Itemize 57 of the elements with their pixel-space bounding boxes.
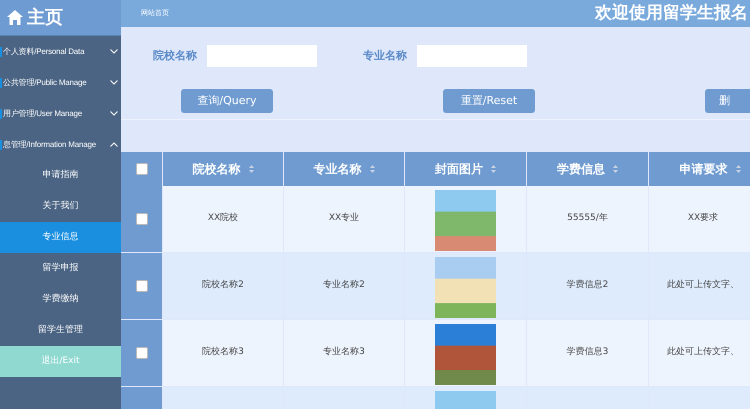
table-cell-text: 院校名称2 [202,279,244,292]
sort-icon[interactable] [248,165,254,173]
page-title: 欢迎使用留学生报名 [595,2,748,25]
menu-group[interactable]: 个人资料/Personal Data [0,36,121,67]
checkbox[interactable] [136,213,148,225]
column-header[interactable]: 学费信息 [527,152,649,186]
column-title: 学费信息 [557,161,605,178]
menu-group[interactable]: 用户管理/User Manage [0,98,121,129]
input-field[interactable] [207,45,317,67]
sort-icon[interactable] [491,165,496,173]
chevron-icon [110,111,118,116]
sort-icon[interactable] [613,165,618,173]
table-cell-text: 学费信息3 [566,346,608,360]
menu-group-label: 息管理/Information Manage [3,138,96,150]
photo-placeholder [435,190,496,251]
home-icon [7,10,23,25]
sort-icon[interactable] [736,165,740,173]
input-field[interactable] [417,45,527,67]
table-cell-text: 院校名称3 [202,346,244,360]
table-cell-text: XX院校 [208,212,238,226]
checkbox[interactable] [136,163,148,175]
column-header[interactable]: 申请要求 [649,152,750,186]
menu-item[interactable]: 专业信息 [0,222,121,253]
sidebar-title: 主页 [27,8,63,26]
table-cell-text: 此处可上传文字、 [667,279,739,292]
photo-placeholder [435,257,496,318]
menu-group[interactable]: 息管理/Information Manage [0,129,121,160]
menu-group-label: 个人资料/Personal Data [3,46,84,58]
column-header[interactable]: 院校名称 [163,152,284,186]
action-button[interactable]: 查询/Query [181,89,273,113]
column-title: 申请要求 [680,161,728,178]
field-label: 专业名称 [363,48,407,64]
checkbox[interactable] [136,347,148,359]
menu-group-label: 用户管理/User Manage [3,108,82,120]
table-cell-text: 此处可上传文字、 [667,346,739,360]
action-button[interactable]: 重置/Reset [443,89,535,113]
column-header[interactable]: 专业名称 [284,152,405,186]
menu-group[interactable]: 公共管理/Public Manage [0,67,121,98]
chevron-icon [110,142,118,147]
column-header[interactable]: 封面图片 [405,152,527,186]
photo-placeholder [435,324,496,385]
table-cell-text: XX专业 [328,212,360,226]
table-cell-text: XX要求 [688,212,718,226]
chevron-icon [110,49,118,54]
table-cell-text: 专业名称3 [323,346,365,360]
column-title: 封面图片 [435,161,483,178]
column-title: 院校名称 [192,161,240,178]
checkbox[interactable] [136,280,148,292]
column-title: 专业名称 [314,161,362,178]
chevron-icon [110,80,118,85]
table-cell-text: 55555/年 [567,212,608,226]
table-cell-text: 专业名称2 [323,279,365,292]
sort-icon[interactable] [370,165,374,173]
field-label: 院校名称 [153,48,197,64]
action-button[interactable]: 删 [705,89,750,113]
menu-group-label: 公共管理/Public Manage [3,76,87,88]
table-cell-text: 学费信息2 [566,279,608,292]
